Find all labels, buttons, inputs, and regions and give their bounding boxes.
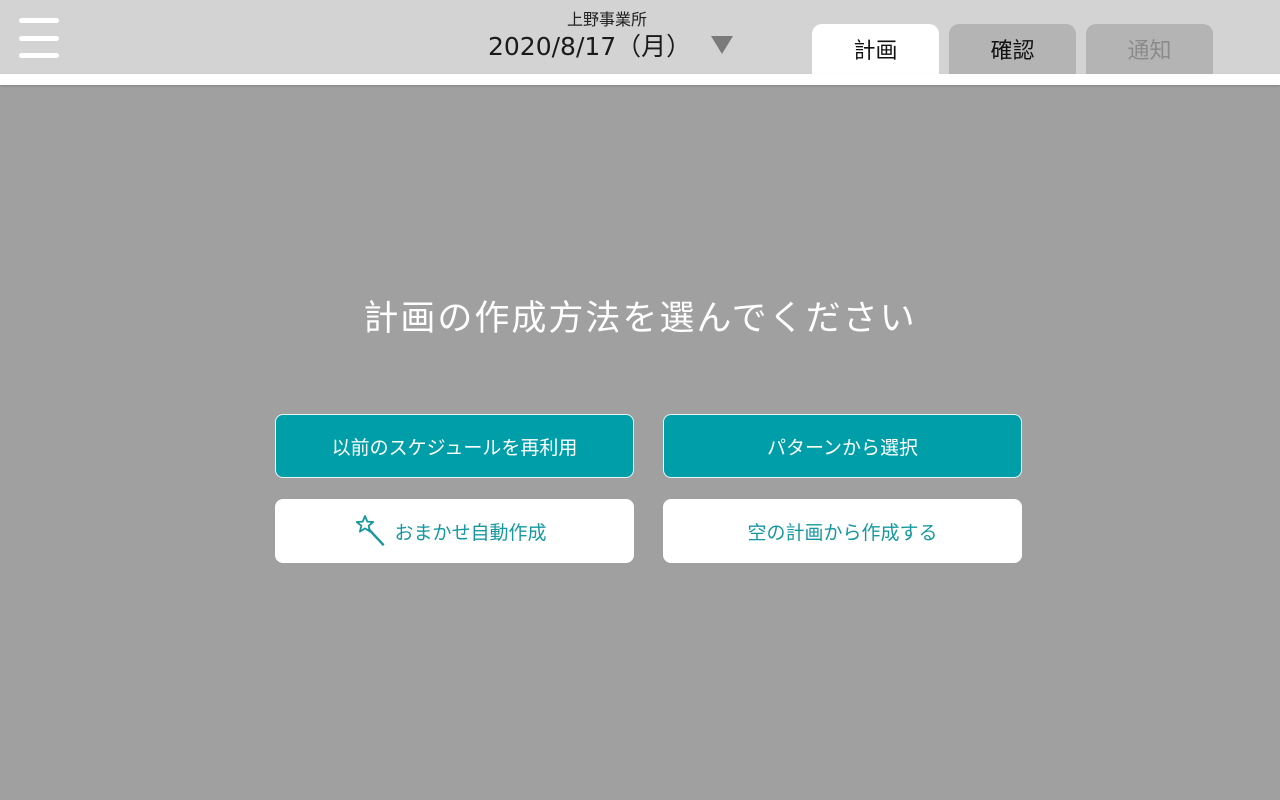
date-label: 2020/8/17（月） [488, 32, 692, 61]
menu-line [19, 18, 59, 23]
auto-create-label: おまかせ自動作成 [394, 521, 547, 544]
reuse-previous-schedule-button[interactable]: 以前のスケジュールを再利用 [275, 414, 634, 478]
tab-notice[interactable]: 通知 [1086, 24, 1213, 74]
tab-confirm[interactable]: 確認 [949, 24, 1076, 74]
auto-create-button[interactable]: おまかせ自動作成 [275, 499, 634, 563]
create-empty-plan-button[interactable]: 空の計画から作成する [663, 499, 1022, 563]
page-heading: 計画の作成方法を選んでください [363, 299, 917, 339]
menu-line [19, 36, 59, 41]
select-from-pattern-label: パターンから選択 [766, 436, 919, 459]
tab-plan[interactable]: 計画 [812, 24, 939, 74]
hamburger-menu-icon[interactable] [19, 17, 59, 59]
magic-wand-icon [356, 515, 386, 547]
menu-line [19, 53, 59, 58]
reuse-previous-schedule-label: 以前のスケジュールを再利用 [331, 436, 578, 459]
caret-down-icon[interactable] [711, 36, 734, 54]
date-selector[interactable]: 2020/8/17（月） [488, 27, 734, 63]
select-from-pattern-button[interactable]: パターンから選択 [663, 414, 1022, 478]
top-bar: 上野事業所 2020/8/17（月） 計画 確認 通知 [0, 0, 1280, 74]
create-empty-plan-label: 空の計画から作成する [747, 521, 938, 544]
tab-content-strip [0, 74, 1280, 85]
